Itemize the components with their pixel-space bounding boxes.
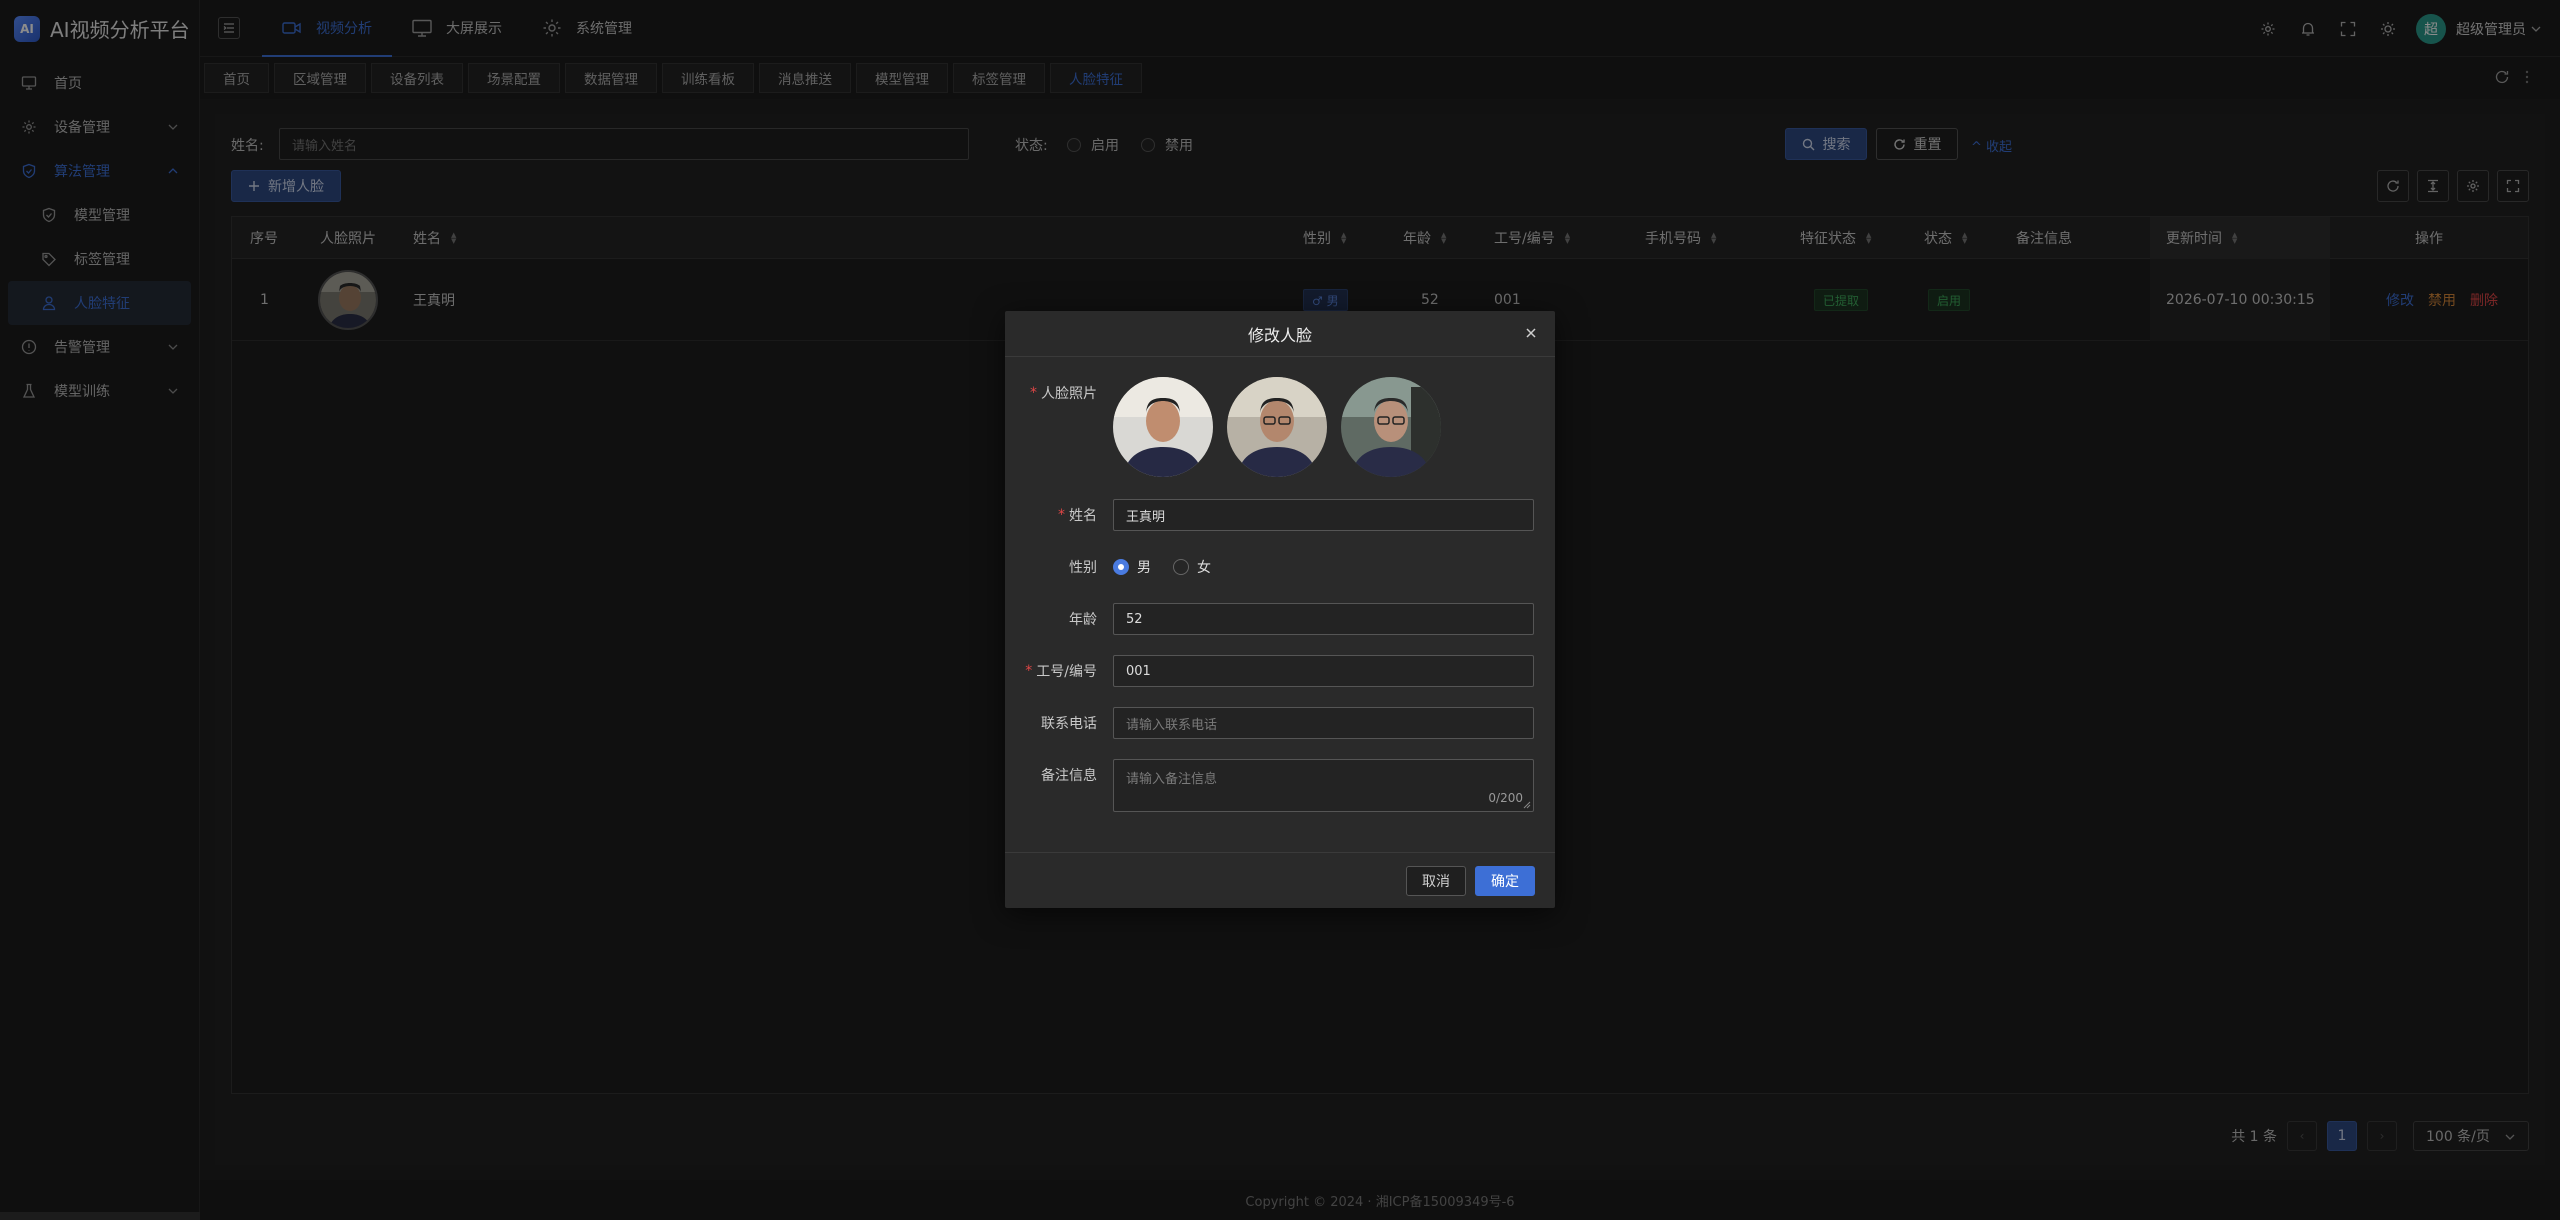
phone-label: 联系电话	[1041, 716, 1097, 732]
confirm-button[interactable]: 确定	[1475, 866, 1535, 896]
label-text: 姓名	[1069, 508, 1097, 524]
radio-icon	[1173, 559, 1189, 575]
dialog-title: 修改人脸	[1005, 311, 1555, 357]
photo-row: * 人脸照片	[1005, 377, 1555, 481]
gender-label: 性别	[1069, 560, 1097, 576]
gender-radio-group: 男 女	[1113, 551, 1534, 583]
radio-checked-icon	[1113, 559, 1129, 575]
remark-row: 备注信息 请输入备注信息 0/200	[1005, 759, 1555, 812]
edit-face-dialog: 修改人脸 * 人脸照片 * 姓名 王真明 性别 男 女 年龄 52 * 工号/编…	[1005, 311, 1555, 908]
age-field[interactable]: 52	[1113, 603, 1534, 635]
dialog-footer: 取消 确定	[1005, 852, 1555, 908]
name-label: * 姓名	[1058, 499, 1097, 531]
required-mark: *	[1058, 507, 1065, 523]
face-photo-list	[1113, 377, 1534, 477]
gender-radio-female[interactable]: 女	[1173, 557, 1211, 577]
age-row: 年龄 52	[1005, 603, 1555, 635]
name-row: * 姓名 王真明	[1005, 499, 1555, 531]
radio-label: 女	[1197, 560, 1211, 576]
face-photo-2[interactable]	[1227, 377, 1327, 477]
radio-label: 男	[1137, 560, 1151, 576]
photo-label: * 人脸照片	[1030, 377, 1097, 409]
cancel-button[interactable]: 取消	[1406, 866, 1466, 896]
employee-id-field[interactable]: 001	[1113, 655, 1534, 687]
name-field[interactable]: 王真明	[1113, 499, 1534, 531]
remark-label: 备注信息	[1041, 768, 1097, 784]
employee-id-row: * 工号/编号 001	[1005, 655, 1555, 687]
required-mark: *	[1030, 385, 1037, 401]
employee-id-label: * 工号/编号	[1025, 655, 1097, 687]
phone-field[interactable]: 请输入联系电话	[1113, 707, 1534, 739]
age-label: 年龄	[1069, 612, 1097, 628]
label-text: 人脸照片	[1041, 386, 1097, 402]
required-mark: *	[1025, 663, 1033, 679]
label-text: 工号/编号	[1036, 664, 1097, 680]
phone-row: 联系电话 请输入联系电话	[1005, 707, 1555, 739]
gender-radio-male[interactable]: 男	[1113, 557, 1151, 577]
remark-placeholder: 请输入备注信息	[1126, 772, 1218, 787]
gender-row: 性别 男 女	[1005, 551, 1555, 583]
close-icon[interactable]	[1525, 327, 1537, 339]
face-photo-3[interactable]	[1341, 377, 1441, 477]
remark-textarea[interactable]: 请输入备注信息 0/200	[1113, 759, 1534, 812]
resize-handle-icon[interactable]	[1523, 801, 1531, 809]
char-counter: 0/200	[1488, 791, 1523, 805]
face-photo-1[interactable]	[1113, 377, 1213, 477]
